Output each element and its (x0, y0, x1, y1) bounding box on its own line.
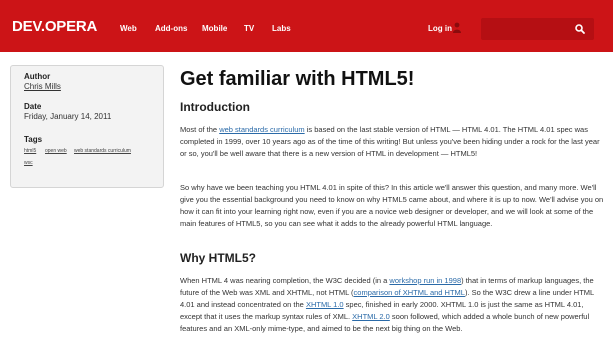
user-icon (453, 22, 461, 33)
tag-link-html5[interactable]: html5 (24, 148, 36, 154)
author-name-link[interactable]: Chris Mills (24, 82, 61, 91)
workshop-1998-link[interactable]: workshop run in 1998 (389, 276, 461, 285)
xhtml-1-0-link[interactable]: XHTML 1.0 (306, 300, 344, 309)
web-standards-curriculum-link[interactable]: web standards curriculum (219, 125, 304, 134)
xhtml-2-0-link[interactable]: XHTML 2.0 (352, 312, 390, 321)
date-label: Date (24, 102, 42, 111)
xhtml-html-comparison-link[interactable]: comparison of XHTML and HTML (354, 288, 465, 297)
introduction-heading: Introduction (180, 100, 250, 114)
why-html5-paragraph: When HTML 4 was nearing completion, the … (180, 276, 594, 333)
date-value: Friday, January 14, 2011 (24, 112, 112, 121)
nav-item-add-ons[interactable]: Add-ons (155, 24, 187, 33)
article-meta-sidebar: Author Chris Mills Date Friday, January … (10, 65, 164, 188)
author-label: Author (24, 72, 51, 81)
tag-link-wsc[interactable]: wsc (24, 160, 33, 166)
tags-label: Tags (24, 135, 43, 144)
site-logo[interactable]: DEV.OPERA (12, 18, 97, 35)
search-input[interactable] (483, 20, 573, 38)
nav-item-labs[interactable]: Labs (272, 24, 291, 33)
tag-link-open-web[interactable]: open web (45, 148, 67, 154)
intro-paragraph-1: Most of the web standards curriculum is … (180, 125, 600, 158)
nav-item-tv[interactable]: TV (244, 24, 254, 33)
search-box (481, 18, 594, 40)
search-icon[interactable] (573, 22, 587, 36)
login-link[interactable]: Log in (428, 24, 452, 33)
nav-item-web[interactable]: Web (120, 24, 137, 33)
article-title: Get familiar with HTML5! (180, 68, 415, 90)
nav-item-mobile[interactable]: Mobile (202, 24, 227, 33)
why-html5-heading: Why HTML5? (180, 251, 256, 265)
top-navigation-bar: DEV.OPERA Web Add-ons Mobile TV Labs Log… (0, 0, 613, 52)
intro-paragraph-2: So why have we been teaching you HTML 4.… (180, 183, 604, 228)
tag-link-web-standards-curriculum[interactable]: web standards curriculum (74, 148, 131, 154)
author-name-line: Chris Mills (24, 82, 61, 91)
